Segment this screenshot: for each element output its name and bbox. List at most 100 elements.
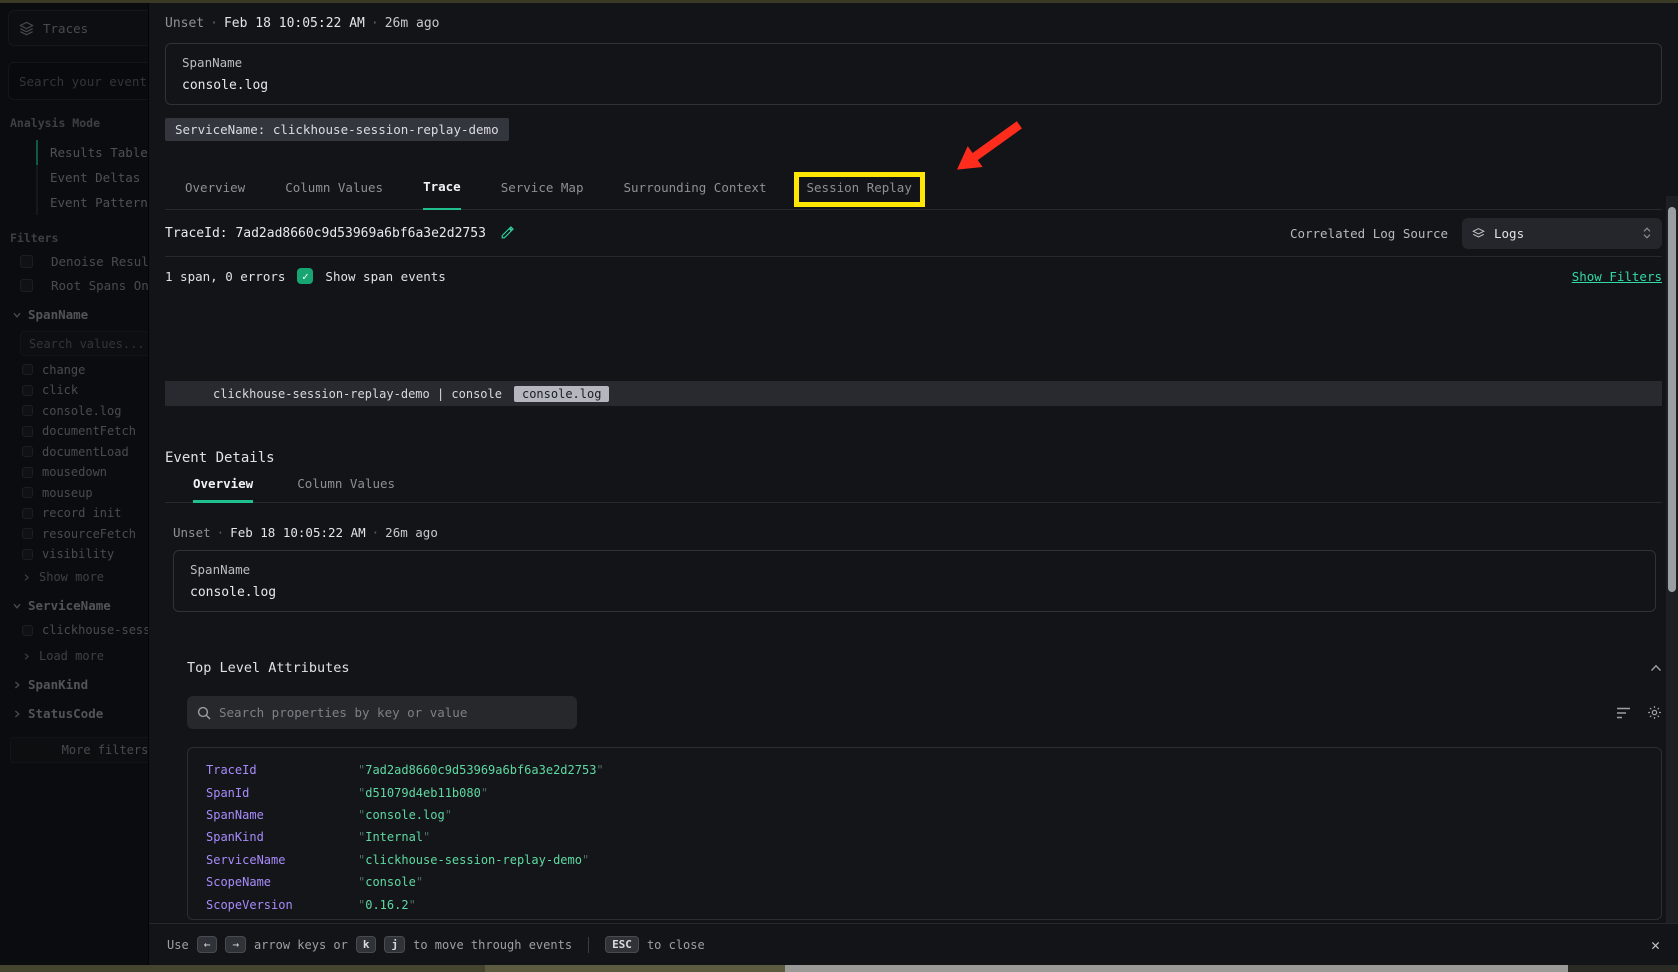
filter-value-click[interactable]: click <box>0 383 148 397</box>
filter-value-label: change <box>42 363 85 377</box>
source-select[interactable]: Traces <box>8 10 148 46</box>
value-checkbox[interactable] <box>22 426 33 437</box>
load-more-button[interactable]: Load more <box>22 649 148 663</box>
filter-value-documentfetch[interactable]: documentFetch <box>0 424 148 438</box>
denoise-checkbox[interactable] <box>20 255 33 268</box>
spankind-group-header[interactable]: SpanKind <box>12 677 148 692</box>
value-checkbox[interactable] <box>22 364 33 375</box>
spanname-values-search-input[interactable] <box>20 331 148 356</box>
service-name-tag[interactable]: ServiceName: clickhouse-session-replay-d… <box>165 118 509 141</box>
filter-value-clickhouse-service[interactable]: clickhouse-session-replay-demo <box>0 623 148 637</box>
value-checkbox[interactable] <box>22 508 33 519</box>
value-checkbox[interactable] <box>22 549 33 560</box>
chevron-right-icon <box>12 680 22 690</box>
mode-event-patterns[interactable]: Event Patterns <box>36 190 148 215</box>
log-source-select[interactable]: Logs <box>1462 218 1662 249</box>
filter-value-documentload[interactable]: documentLoad <box>0 445 148 459</box>
filter-value-label: mouseup <box>42 486 93 500</box>
filter-value-label: clickhouse-session-replay-demo <box>42 623 148 637</box>
filter-lines-icon[interactable] <box>1616 707 1631 719</box>
kbd-arrow-left: ← <box>197 936 218 953</box>
show-filters-link[interactable]: Show Filters <box>1572 269 1662 284</box>
more-filters-button[interactable]: More filters <box>10 737 148 763</box>
value-checkbox[interactable] <box>22 405 33 416</box>
filter-value-mouseup[interactable]: mouseup <box>0 486 148 500</box>
attr-row-spanid[interactable]: SpanIdd51079d4eb11b080 <box>188 781 1661 803</box>
bottom-edge-segment <box>0 965 485 972</box>
filter-value-change[interactable]: change <box>0 363 148 377</box>
kbd-esc: ESC <box>605 936 639 953</box>
footer-or-text: arrow keys or <box>254 938 348 952</box>
property-search-input[interactable] <box>219 705 567 720</box>
attr-row-spanname[interactable]: SpanNameconsole.log <box>188 804 1661 826</box>
window-top-edge <box>0 0 1678 3</box>
tab-column-values[interactable]: Column Values <box>285 180 383 209</box>
filter-value-record-init[interactable]: record init <box>0 506 148 520</box>
event-relative-time: 26m ago <box>385 16 440 31</box>
waterfall-span-row[interactable]: clickhouse-session-replay-demo | console… <box>165 381 1662 406</box>
footer-divider <box>588 937 589 953</box>
waterfall-span-chip[interactable]: console.log <box>514 386 609 402</box>
value-checkbox[interactable] <box>22 467 33 478</box>
event-header: Unset·Feb 18 10:05:22 AM·26m ago <box>165 16 1662 31</box>
attr-row-traceid[interactable]: TraceId7ad2ad8660c9d53969a6bf6a3e2d2753 <box>188 759 1661 781</box>
chevron-down-icon <box>12 310 22 320</box>
attr-row-spankind[interactable]: SpanKindInternal <box>188 826 1661 848</box>
filter-value-console-log[interactable]: console.log <box>0 404 148 418</box>
chevron-right-icon <box>22 573 31 582</box>
gear-icon[interactable] <box>1647 705 1662 720</box>
attr-key: SpanName <box>206 808 358 822</box>
value-checkbox[interactable] <box>22 446 33 457</box>
collapse-chevron-up-icon[interactable] <box>1650 664 1662 672</box>
show-span-events-checkbox[interactable]: ✓ <box>297 268 313 284</box>
close-icon[interactable]: ✕ <box>1651 936 1660 954</box>
filter-value-visibility[interactable]: visibility <box>0 547 148 561</box>
separator-dot: · <box>365 16 385 31</box>
property-search[interactable] <box>187 696 577 729</box>
event-timestamp: Feb 18 10:05:22 AM <box>224 16 365 31</box>
attr-value: Internal <box>358 830 430 844</box>
filter-value-mousedown[interactable]: mousedown <box>0 465 148 479</box>
show-more-label: Show more <box>39 570 104 584</box>
span-card-value: console.log <box>182 78 1645 93</box>
kbd-j: j <box>384 936 405 953</box>
filter-value-label: documentLoad <box>42 445 129 459</box>
attr-row-scopename[interactable]: ScopeNameconsole <box>188 871 1661 893</box>
value-checkbox[interactable] <box>22 487 33 498</box>
tab-session-replay[interactable]: Session Replay <box>807 180 912 209</box>
kbd-k: k <box>356 936 377 953</box>
spanname-group-header[interactable]: SpanName <box>12 307 148 322</box>
denoise-toggle[interactable]: Denoise Results <box>0 254 148 269</box>
servicename-group-header[interactable]: ServiceName <box>12 598 148 613</box>
mode-event-deltas[interactable]: Event Deltas <box>36 165 148 190</box>
value-checkbox[interactable] <box>22 528 33 539</box>
filter-value-label: visibility <box>42 547 114 561</box>
scrollbar-thumb[interactable] <box>1668 207 1676 592</box>
event-details-tabs: Overview Column Values <box>165 476 1662 503</box>
trace-id-row: TraceId: 7ad2ad8660c9d53969a6bf6a3e2d275… <box>165 210 1662 257</box>
statuscode-group-header[interactable]: StatusCode <box>12 706 148 721</box>
ed-tab-overview[interactable]: Overview <box>193 476 253 503</box>
root-spans-checkbox[interactable] <box>20 279 33 292</box>
show-more-button[interactable]: Show more <box>22 570 148 584</box>
span-card-label: SpanName <box>182 55 1645 70</box>
drawer-footer: Use ← → arrow keys or k j to move throug… <box>149 923 1678 965</box>
ed-tab-column-values[interactable]: Column Values <box>297 476 395 502</box>
tab-service-map[interactable]: Service Map <box>501 180 584 209</box>
tab-surrounding-context[interactable]: Surrounding Context <box>624 180 767 209</box>
event-timestamp: Feb 18 10:05:22 AM <box>230 525 365 540</box>
edit-pencil-icon[interactable] <box>500 226 514 240</box>
root-spans-toggle[interactable]: Root Spans Only <box>0 278 148 293</box>
spanname-group-label: SpanName <box>28 307 88 322</box>
value-checkbox[interactable] <box>22 385 33 396</box>
mode-results-table[interactable]: Results Table <box>36 140 148 165</box>
tab-trace[interactable]: Trace <box>423 179 461 210</box>
attr-row-scopeversion[interactable]: ScopeVersion0.16.2 <box>188 893 1661 915</box>
attr-row-servicename[interactable]: ServiceNameclickhouse-session-replay-dem… <box>188 849 1661 871</box>
event-search-input[interactable] <box>8 62 148 100</box>
attr-key: SpanId <box>206 786 358 800</box>
filter-value-resourcefetch[interactable]: resourceFetch <box>0 527 148 541</box>
value-checkbox[interactable] <box>22 625 33 636</box>
statuscode-group-label: StatusCode <box>28 706 103 721</box>
tab-overview[interactable]: Overview <box>185 180 245 209</box>
